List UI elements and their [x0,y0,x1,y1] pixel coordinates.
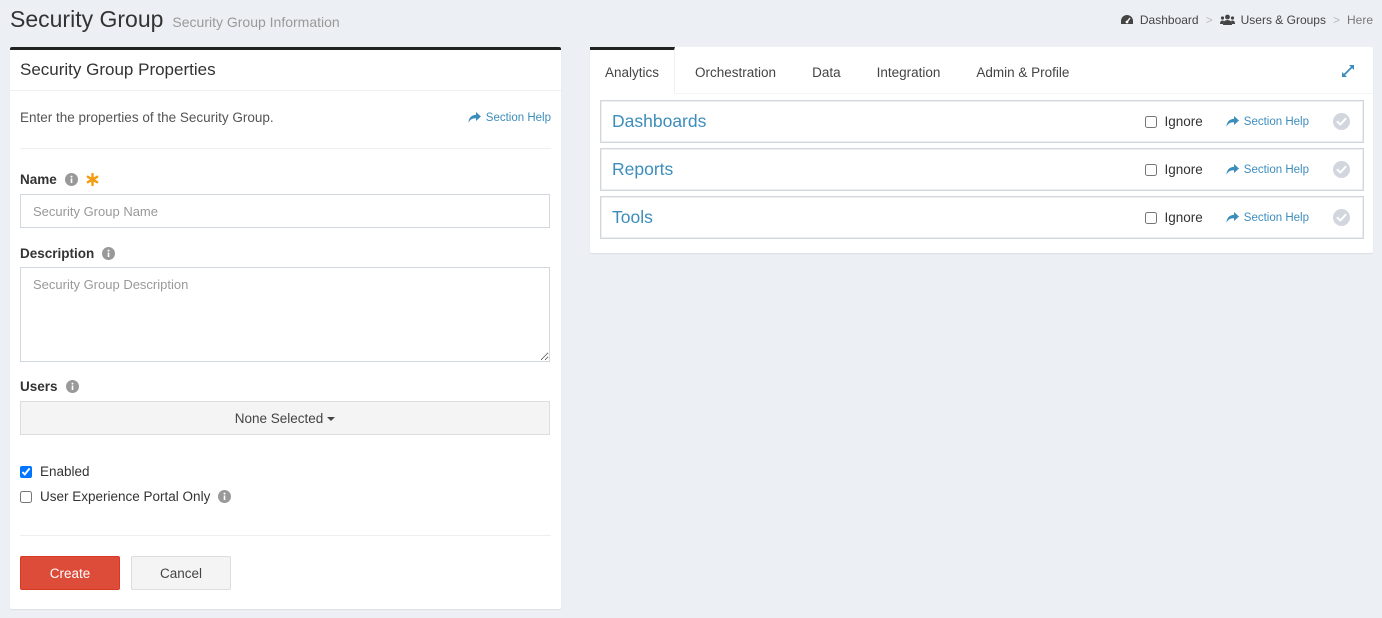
share-arrow-icon [1226,164,1239,175]
tab-integration[interactable]: Integration [859,47,959,94]
section-dashboards: Dashboards Ignore Section Help [600,100,1364,143]
users-selected-text: None Selected [234,410,324,426]
divider [20,535,551,536]
section-help-link[interactable]: Section Help [1226,164,1309,176]
create-button[interactable]: Create [20,556,120,590]
section-title[interactable]: Reports [612,159,1145,180]
ignore-toggle[interactable]: Ignore [1144,210,1203,225]
description-input[interactable] [20,267,550,362]
users-label-text: Users [20,379,58,394]
properties-panel: Security Group Properties Enter the prop… [10,47,561,609]
name-input[interactable] [20,194,550,228]
breadcrumb-item-users-groups[interactable]: Users & Groups [1219,13,1326,27]
enabled-row[interactable]: Enabled [20,464,90,479]
divider [20,148,551,149]
ignore-checkbox[interactable] [1144,163,1157,176]
breadcrumb-current: Here [1346,13,1373,27]
section-help-label: Section Help [485,111,551,124]
section-help-link[interactable]: Section Help [1226,116,1309,128]
portal-only-checkbox[interactable] [20,490,32,503]
portal-only-label: User Experience Portal Only [40,489,211,504]
ignore-checkbox[interactable] [1144,115,1157,128]
name-label-text: Name [20,172,57,187]
section-title[interactable]: Tools [612,207,1145,228]
breadcrumb-label: Users & Groups [1240,13,1326,27]
section-tools: Tools Ignore Section Help [600,196,1364,239]
tab-bar: Analytics Orchestration Data Integration… [590,47,1373,94]
intro-text: Enter the properties of the Security Gro… [20,110,274,125]
section-title[interactable]: Dashboards [612,111,1145,132]
description-label: Description [20,246,116,261]
tab-data[interactable]: Data [794,47,859,94]
section-help-label: Section Help [1243,211,1309,224]
tab-admin-profile[interactable]: Admin & Profile [958,47,1087,94]
info-icon[interactable] [102,247,116,260]
page-title: Security Group [10,6,164,32]
expand-icon[interactable] [1341,64,1355,78]
breadcrumb-label: Dashboard [1139,13,1199,27]
name-label: Name [20,172,99,187]
section-reports: Reports Ignore Section Help [600,148,1364,191]
info-icon[interactable] [65,380,79,393]
ignore-toggle[interactable]: Ignore [1144,114,1203,129]
portal-only-row[interactable]: User Experience Portal Only [20,489,232,504]
section-help-label: Section Help [1243,163,1309,176]
breadcrumb-separator: > [1205,13,1213,27]
breadcrumb: Dashboard > Users & Groups > Here [1120,13,1373,27]
ignore-label: Ignore [1164,114,1203,129]
section-help-label: Section Help [1243,115,1309,128]
permissions-panel: Analytics Orchestration Data Integration… [590,47,1373,253]
page-subtitle: Security Group Information [172,14,340,30]
caret-down-icon [327,417,336,421]
share-arrow-icon [1226,116,1239,127]
info-icon[interactable] [64,173,78,186]
ignore-toggle[interactable]: Ignore [1144,162,1203,177]
ignore-checkbox[interactable] [1144,211,1157,224]
info-icon[interactable] [218,490,232,503]
users-multiselect[interactable]: None Selected [20,401,550,435]
intro-row: Enter the properties of the Security Gro… [20,110,551,125]
cancel-button[interactable]: Cancel [131,556,231,590]
dashboard-icon [1120,15,1133,24]
check-circle-icon[interactable] [1333,209,1350,226]
share-arrow-icon [468,112,481,123]
page-header: Security Group Security Group Informatio… [10,6,340,34]
section-help-link[interactable]: Section Help [468,112,551,124]
section-help-link[interactable]: Section Help [1226,212,1309,224]
ignore-label: Ignore [1164,162,1203,177]
description-label-text: Description [20,246,95,261]
users-icon [1219,14,1235,25]
enabled-label: Enabled [40,464,90,479]
panel-title: Security Group Properties [20,60,216,79]
share-arrow-icon [1226,212,1239,223]
required-asterisk-icon [86,173,99,186]
check-circle-icon[interactable] [1333,113,1350,130]
tab-orchestration[interactable]: Orchestration [675,47,794,94]
breadcrumb-separator: > [1332,13,1340,27]
enabled-checkbox[interactable] [20,465,32,478]
check-circle-icon[interactable] [1333,161,1350,178]
ignore-label: Ignore [1164,210,1203,225]
panel-header: Security Group Properties [10,50,561,91]
breadcrumb-item-dashboard[interactable]: Dashboard [1120,13,1199,27]
tab-analytics[interactable]: Analytics [590,47,676,94]
users-label: Users [20,379,79,394]
